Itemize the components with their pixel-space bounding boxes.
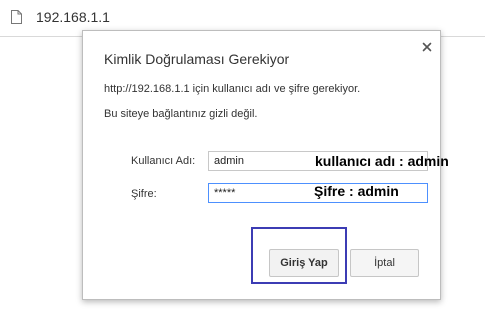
username-annotation: kullanıcı adı : admin — [315, 153, 449, 169]
page-icon — [11, 10, 22, 24]
login-button-highlight — [251, 227, 347, 284]
cancel-button[interactable]: İptal — [350, 249, 419, 277]
password-label: Şifre: — [131, 188, 157, 200]
screen: 192.168.1.1 Kimlik Doğrulaması Gerekiyor… — [0, 0, 485, 310]
auth-message: http://192.168.1.1 için kullanıcı adı ve… — [104, 83, 361, 95]
username-label: Kullanıcı Adı: — [131, 155, 196, 167]
connection-warning: Bu siteye bağlantınız gizli değil. — [104, 108, 258, 120]
password-annotation: Şifre : admin — [314, 183, 399, 199]
url-text[interactable]: 192.168.1.1 — [36, 9, 110, 25]
close-icon[interactable] — [422, 39, 432, 52]
dialog-title: Kimlik Doğrulaması Gerekiyor — [104, 51, 290, 67]
